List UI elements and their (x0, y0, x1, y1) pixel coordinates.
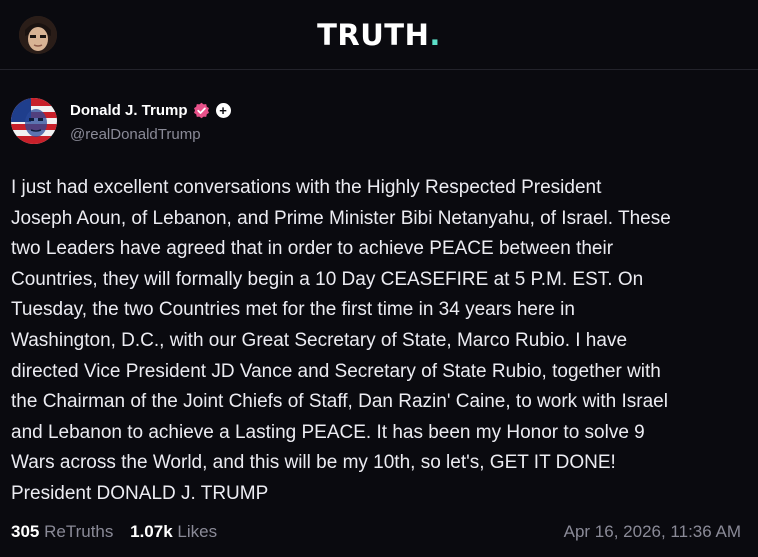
likes-count[interactable]: 1.07k (130, 522, 173, 541)
name-row: Donald J. Trump + (70, 102, 231, 119)
author-handle[interactable]: @realDonaldTrump (70, 126, 201, 143)
truth-logo[interactable]: TRUTH. (0, 18, 758, 52)
likes-label[interactable]: Likes (177, 522, 217, 541)
author-name[interactable]: Donald J. Trump (70, 102, 188, 119)
top-bar: TRUTH. (0, 0, 758, 70)
author-avatar[interactable] (11, 98, 57, 144)
retruths-count[interactable]: 305 (11, 522, 39, 541)
verified-badge-icon (193, 102, 210, 119)
plus-icon: + (215, 103, 231, 118)
post-stats: 305 ReTruths 1.07k Likes (11, 522, 217, 542)
retruths-label[interactable]: ReTruths (44, 522, 113, 541)
post-text: I just had excellent conversations with … (11, 177, 671, 504)
post-timestamp[interactable]: Apr 16, 2026, 11:36 AM (564, 522, 741, 542)
